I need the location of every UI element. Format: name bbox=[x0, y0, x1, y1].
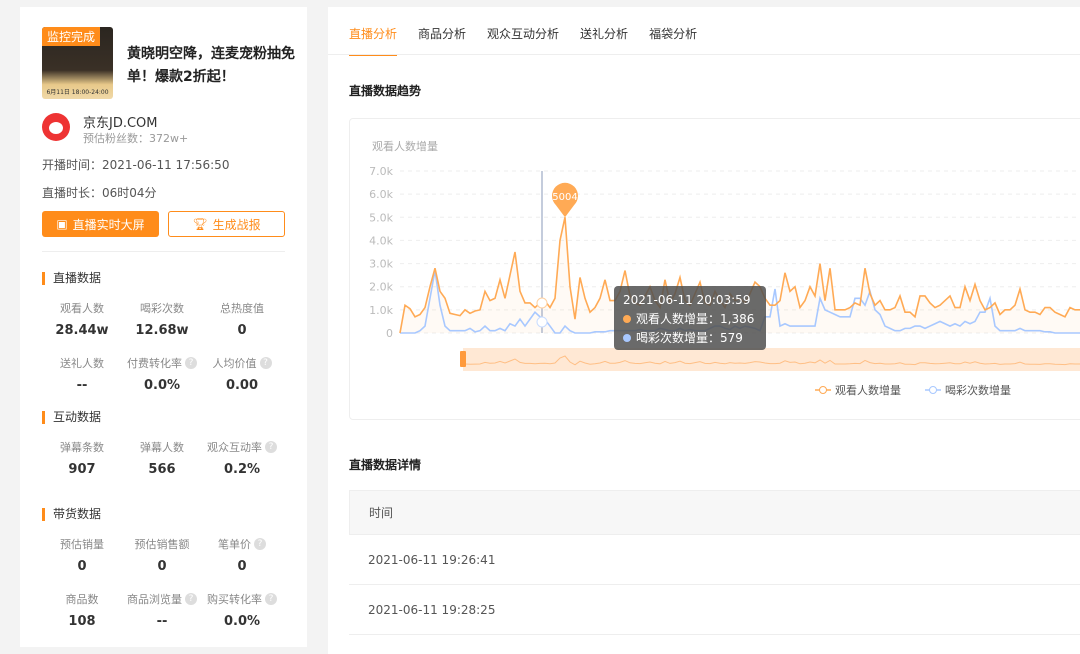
trend-chart[interactable]: 观看人数增量 0 1.0k 2.0k 3.0k 4.0k 5.0k 6.0k 7.0k 5004 观… bbox=[0, 0, 1080, 654]
y-tick-label: 2.0k bbox=[369, 281, 393, 294]
tooltip-viewers: 观看人数增量：1,386 bbox=[636, 312, 755, 326]
legend-marker bbox=[929, 386, 937, 394]
chart-tooltip: 2021-06-11 20:03:59 观看人数增量：1,386 喝彩次数增量：… bbox=[614, 286, 766, 350]
y-axis-label: 观看人数增量 bbox=[372, 139, 438, 153]
legend-label: 喝彩次数增量 bbox=[945, 383, 1011, 397]
legend-item-cheers[interactable]: 喝彩次数增量 bbox=[925, 383, 1011, 397]
legend-item-viewers[interactable]: 观看人数增量 bbox=[815, 383, 901, 397]
legend-dot bbox=[623, 334, 631, 342]
y-tick-label: 3.0k bbox=[369, 258, 393, 271]
hover-point-cheers bbox=[536, 316, 548, 328]
tooltip-cheers: 喝彩次数增量：579 bbox=[636, 331, 743, 345]
tooltip-time: 2021-06-11 20:03:59 bbox=[623, 293, 751, 307]
legend-dot bbox=[623, 315, 631, 323]
legend-label: 观看人数增量 bbox=[835, 383, 901, 397]
y-tick-label: 7.0k bbox=[369, 165, 393, 178]
hover-point-viewers bbox=[536, 297, 548, 309]
legend-marker bbox=[819, 386, 827, 394]
y-tick-label: 5.0k bbox=[369, 211, 393, 224]
y-tick-label: 6.0k bbox=[369, 188, 393, 201]
y-tick-label: 1.0k bbox=[369, 304, 393, 317]
y-tick-label: 4.0k bbox=[369, 234, 393, 247]
zoom-slider-window[interactable] bbox=[463, 348, 1080, 371]
max-marker-label: 5004 bbox=[552, 192, 577, 203]
y-tick-label: 0 bbox=[386, 327, 393, 340]
zoom-slider-handle[interactable] bbox=[460, 351, 466, 367]
